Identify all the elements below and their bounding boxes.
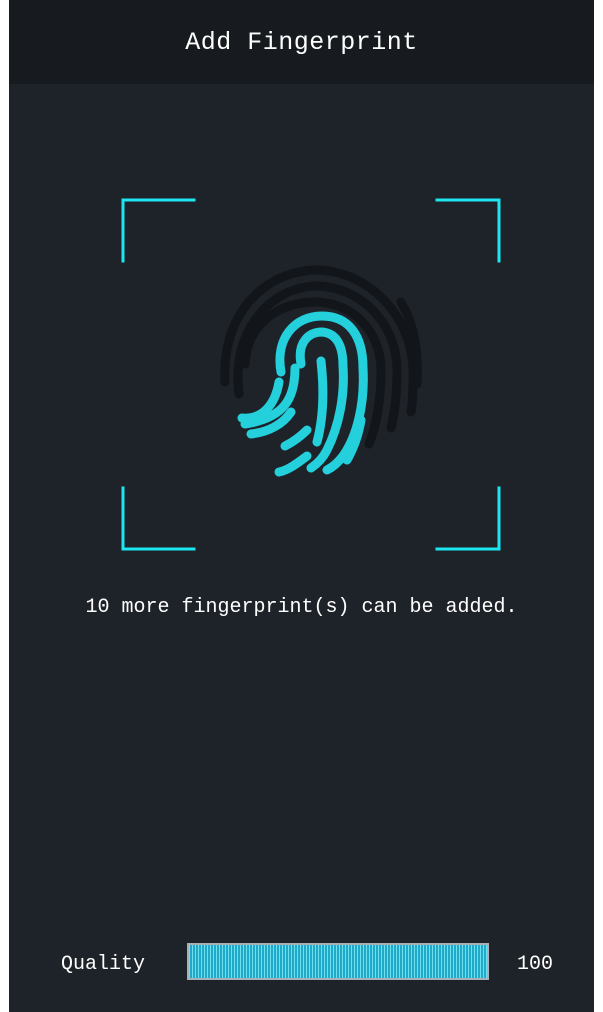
quality-bar-fill xyxy=(189,945,487,978)
fingerprint-enrollment-screen: Add Fingerprint 10 more fingerprint(s) c… xyxy=(9,0,594,1012)
header-bar: Add Fingerprint xyxy=(9,0,594,84)
fingerprint-icon xyxy=(220,265,422,477)
quality-label: Quality xyxy=(61,953,146,976)
quality-value: 100 xyxy=(517,953,554,976)
page-title: Add Fingerprint xyxy=(185,27,418,57)
scan-area xyxy=(121,198,502,552)
remaining-fingerprints-message: 10 more fingerprint(s) can be added. xyxy=(85,596,518,619)
quality-bar xyxy=(187,943,489,980)
